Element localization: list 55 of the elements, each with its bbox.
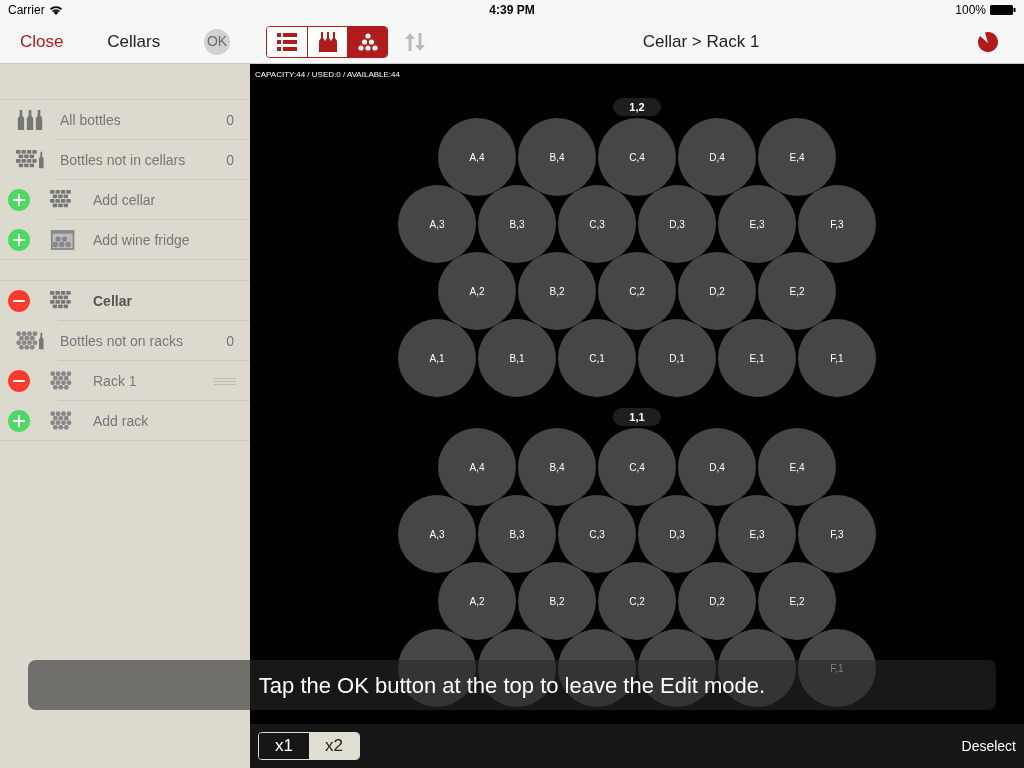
view-tab[interactable] <box>347 26 387 57</box>
bottle-slot[interactable]: A,4 <box>438 428 516 506</box>
close-button[interactable]: Close <box>20 28 64 55</box>
bottle-slot[interactable]: A,3 <box>398 495 476 573</box>
item-count: 0 <box>226 150 234 170</box>
plus-icon <box>13 415 25 427</box>
capacity-summary: CAPACITY:44 / USED:0 / AVAILABLE:44 <box>255 70 400 79</box>
rack-label: 1,2 <box>613 98 661 116</box>
bottle-slot[interactable]: B,1 <box>478 319 556 397</box>
bottle-slot[interactable]: A,3 <box>398 185 476 263</box>
deselect-button[interactable]: Deselect <box>961 735 1016 757</box>
item-count: 0 <box>226 331 234 351</box>
bottles-icon <box>16 109 44 131</box>
battery-percent: 100% <box>955 2 986 19</box>
list-icon <box>277 32 297 51</box>
view-tab[interactable] <box>307 26 347 57</box>
bottle-slot[interactable]: D,1 <box>638 319 716 397</box>
rack-bottle-icon <box>16 330 44 352</box>
plus-icon <box>13 194 25 206</box>
wifi-icon <box>48 5 63 15</box>
bottle-slot[interactable]: B,4 <box>518 118 596 196</box>
bottle-slot[interactable]: C,1 <box>558 319 636 397</box>
bottle-slot[interactable]: A,1 <box>398 319 476 397</box>
bottle-slot[interactable]: F,3 <box>798 495 876 573</box>
bottle-slot[interactable]: D,4 <box>678 118 756 196</box>
bottle-slot[interactable]: F,3 <box>798 185 876 263</box>
rack-icon <box>357 32 378 51</box>
bottle-slot[interactable]: E,4 <box>758 428 836 506</box>
carrier-name: Carrier <box>8 2 45 19</box>
bottle-slot[interactable]: B,4 <box>518 428 596 506</box>
brick-bottle-icon <box>16 149 44 171</box>
bottle-slot[interactable]: A,4 <box>438 118 516 196</box>
bottles-icon <box>318 31 337 52</box>
view-switcher[interactable] <box>266 25 388 58</box>
item-count: 0 <box>226 110 234 130</box>
battery-icon <box>990 5 1016 15</box>
bottle-slot[interactable]: C,4 <box>598 428 676 506</box>
bottle-slot[interactable]: F,1 <box>798 319 876 397</box>
sidebar-item[interactable]: Cellar <box>93 290 132 312</box>
remove-button[interactable] <box>8 290 30 312</box>
view-tab[interactable] <box>267 26 307 57</box>
bottle-slot[interactable]: E,4 <box>758 118 836 196</box>
plus-icon <box>13 234 25 246</box>
bottle-slot[interactable]: D,4 <box>678 428 756 506</box>
toast-message: Tap the OK button at the top to leave the Edit mode. <box>258 671 766 700</box>
zoom-option[interactable]: x2 <box>309 733 359 759</box>
pane-title: Cellars <box>107 30 161 53</box>
breadcrumb-title: Cellar > Rack 1 <box>642 31 760 51</box>
rack-label: 1,1 <box>613 408 661 426</box>
bottle-slot[interactable]: C,4 <box>598 118 676 196</box>
reorder-handle-icon[interactable] <box>214 377 236 385</box>
bottle-slot[interactable]: E,1 <box>718 319 796 397</box>
remove-button[interactable] <box>8 370 30 392</box>
clock-time: 4:39 PM <box>489 3 535 17</box>
logo-icon[interactable] <box>976 29 1000 54</box>
